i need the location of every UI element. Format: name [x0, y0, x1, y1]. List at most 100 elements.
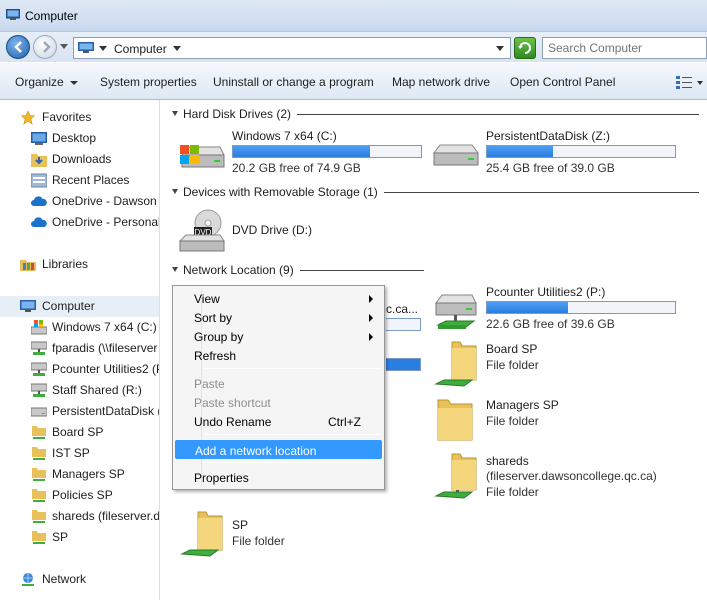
sidebar-item-shareds[interactable]: shareds (fileserver.da [0, 506, 159, 527]
search-box[interactable] [542, 37, 707, 59]
sidebar-item-pcounter[interactable]: Pcounter Utilities2 (P [0, 359, 159, 380]
sidebar-item-fparadis[interactable]: fparadis (\\fileserver [0, 338, 159, 359]
chevron-down-icon[interactable] [173, 46, 181, 51]
menu-item-paste[interactable]: Paste [175, 374, 382, 393]
network-folder-shareds[interactable]: shareds (fileserver.dawsoncollege.qc.ca)… [432, 452, 692, 502]
menu-item-view[interactable]: View [175, 289, 382, 308]
network-folder-board-sp[interactable]: Board SP File folder [432, 340, 632, 388]
address-bar-area: Computer [0, 32, 707, 62]
uninstall-program-button[interactable]: Uninstall or change a program [213, 75, 374, 89]
system-properties-button[interactable]: System properties [100, 75, 197, 89]
hard-drive-icon [433, 144, 479, 166]
menu-item-group-by[interactable]: Group by [175, 327, 382, 346]
address-field[interactable]: Computer [73, 37, 511, 59]
sidebar-item-libraries[interactable]: Libraries [0, 254, 159, 275]
network-folder-icon [32, 531, 46, 544]
chevron-down-icon [69, 80, 78, 85]
recent-pages-dropdown[interactable] [60, 44, 68, 49]
collapse-icon[interactable] [172, 267, 178, 272]
menu-item-refresh[interactable]: Refresh [175, 346, 382, 365]
address-history-dropdown[interactable] [496, 46, 504, 51]
network-folder-sp[interactable]: SP File folder [178, 510, 378, 558]
drive-item-z[interactable]: PersistentDataDisk (Z:) 25.4 GB free of … [432, 129, 682, 175]
menu-item-undo-rename[interactable]: Undo Rename Ctrl+Z [175, 412, 382, 431]
network-folder-icon [32, 510, 46, 523]
sidebar-item-managers-sp[interactable]: Managers SP [0, 464, 159, 485]
title-bar: Computer [0, 0, 707, 32]
star-icon [20, 110, 36, 125]
menu-item-label: Sort by [194, 311, 233, 325]
menu-item-paste-shortcut[interactable]: Paste shortcut [175, 393, 382, 412]
arrow-right-icon [43, 41, 51, 53]
menu-item-label: Add a network location [195, 444, 317, 458]
sidebar-item-label: Network [42, 572, 87, 586]
sidebar-item-desktop[interactable]: Desktop [0, 128, 159, 149]
open-control-panel-button[interactable]: Open Control Panel [510, 75, 615, 89]
collapse-icon[interactable] [172, 189, 178, 194]
network-folder-icon [180, 511, 223, 557]
computer-icon [20, 300, 36, 312]
sidebar-item-onedrive-personal[interactable]: OneDrive - Personal [0, 212, 159, 233]
chevron-down-icon[interactable] [99, 46, 107, 51]
network-folder-icon [434, 453, 477, 499]
organize-button[interactable]: Organize [15, 75, 78, 89]
sidebar-item-label: Computer [42, 299, 95, 313]
sidebar-item-ist-sp[interactable]: IST SP [0, 443, 159, 464]
sidebar-item-computer[interactable]: Computer [0, 296, 159, 317]
sidebar-item-label: Recent Places [52, 173, 130, 187]
map-network-drive-button[interactable]: Map network drive [392, 75, 490, 89]
network-item-partial-label: c.ca... [386, 302, 419, 316]
sidebar-item-drive-c[interactable]: Windows 7 x64 (C:) [0, 317, 159, 338]
sidebar-item-downloads[interactable]: Downloads [0, 149, 159, 170]
sidebar-item-label: SP [52, 530, 69, 544]
folder-type: File folder [486, 358, 539, 372]
sidebar-item-favorites[interactable]: Favorites [0, 107, 159, 128]
search-input[interactable] [543, 38, 706, 58]
breadcrumb-computer[interactable]: Computer [114, 42, 167, 56]
menu-item-properties[interactable]: Properties [175, 468, 382, 487]
group-header-removable[interactable]: Devices with Removable Storage (1) [169, 185, 699, 201]
cloud-icon [31, 196, 47, 206]
sidebar-item-board-sp[interactable]: Board SP [0, 422, 159, 443]
change-view-icon[interactable] [676, 75, 692, 89]
folder-name: Board SP [486, 342, 538, 356]
computer-icon [6, 9, 20, 20]
desktop-icon [31, 132, 47, 145]
sidebar-item-staff-shared[interactable]: Staff Shared (R:) [0, 380, 159, 401]
menu-item-add-network-location[interactable]: Add a network location [175, 440, 382, 459]
menu-item-label: Refresh [194, 349, 237, 363]
sidebar-item-onedrive-dawson[interactable]: OneDrive - Dawson [0, 191, 159, 212]
drive-usage-bar [232, 145, 422, 158]
drive-item-dvd[interactable]: DVD DVD Drive (D:) [178, 207, 378, 253]
network-drive-icon [31, 383, 47, 397]
refresh-button[interactable] [514, 37, 536, 59]
collapse-icon[interactable] [172, 111, 178, 116]
window-title: Computer [25, 9, 78, 23]
sidebar-item-persistent-disk[interactable]: PersistentDataDisk (Z [0, 401, 160, 422]
drive-item-c[interactable]: Windows 7 x64 (C:) 20.2 GB free of 74.9 … [178, 129, 428, 175]
sidebar-item-label: Board SP [52, 425, 104, 439]
network-folder-managers-sp[interactable]: Managers SP File folder [432, 396, 632, 444]
network-drive-pcounter[interactable]: Pcounter Utilities2 (P:) 22.6 GB free of… [432, 285, 682, 331]
sidebar-item-label: PersistentDataDisk (Z [52, 404, 160, 418]
group-header-hard-drives[interactable]: Hard Disk Drives (2) [169, 107, 699, 123]
sidebar-item-label: Libraries [42, 257, 89, 271]
sidebar-item-label: IST SP [52, 446, 90, 460]
drive-usage-bar [486, 145, 676, 158]
sidebar-item-label: Managers SP [52, 467, 125, 481]
sidebar-item-policies-sp[interactable]: Policies SP [0, 485, 159, 506]
back-button[interactable] [6, 35, 30, 59]
menu-item-label: Paste shortcut [194, 396, 271, 410]
menu-item-sort-by[interactable]: Sort by [175, 308, 382, 327]
sidebar-item-label: Favorites [42, 110, 92, 124]
menu-item-label: Undo Rename [194, 415, 272, 429]
forward-button[interactable] [33, 35, 57, 59]
sidebar-item-recent-places[interactable]: Recent Places [0, 170, 159, 191]
folder-type: File folder [232, 534, 285, 548]
group-header-network[interactable]: Network Location (9) [169, 263, 699, 279]
sidebar-item-network[interactable]: Network [0, 569, 159, 590]
view-options-dropdown[interactable] [697, 81, 703, 85]
sidebar-item-sp[interactable]: SP [0, 527, 159, 548]
context-menu: View Sort by Group by Refresh Paste Past… [172, 285, 385, 490]
network-folder-icon [434, 341, 477, 387]
